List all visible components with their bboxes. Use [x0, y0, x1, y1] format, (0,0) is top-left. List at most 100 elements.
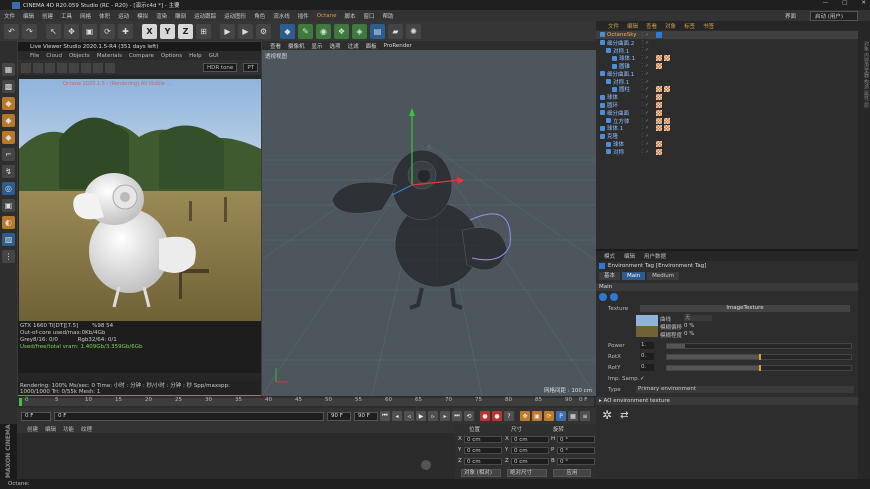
menu-item[interactable]: 角色	[254, 12, 265, 20]
octane-focus-icon[interactable]	[93, 62, 103, 73]
octane-menu-item[interactable]: GUI	[209, 53, 219, 59]
scale-tool-icon[interactable]: ▣	[82, 23, 97, 39]
octane-menu-item[interactable]: Help	[189, 53, 202, 59]
om-menu-item[interactable]: 书签	[703, 22, 714, 30]
material-tag-icon[interactable]	[664, 86, 670, 93]
material-tag-icon[interactable]	[656, 117, 662, 124]
prev-frame-icon[interactable]: ◃	[404, 411, 414, 421]
visibility-dots-icon[interactable]: ⁚ ✓	[642, 79, 649, 85]
ao-texture-section[interactable]: ▸ AO environment texture	[596, 397, 858, 405]
mat-menu-item[interactable]: 纹理	[81, 425, 92, 433]
tweak-icon[interactable]: ↯	[2, 165, 15, 178]
visibility-dots-icon[interactable]: ⁚ ✓	[642, 55, 649, 61]
start-frame-field[interactable]: 0 F	[21, 411, 51, 421]
blur-scale-field[interactable]: 0 %	[684, 331, 694, 337]
octane-menu-item[interactable]: File	[30, 53, 39, 59]
object-row[interactable]: 球体.1 ⁚ ✓	[596, 54, 858, 62]
pos-z-field[interactable]: 0 cm	[464, 458, 502, 465]
object-row[interactable]: 球体 ⁚ ✓	[596, 93, 858, 101]
deformer-icon[interactable]: ◈	[352, 23, 367, 39]
plane-icon[interactable]: ▤	[370, 23, 385, 39]
octane-restart-icon[interactable]	[33, 62, 43, 73]
prev-key-icon[interactable]: ◂	[392, 411, 402, 421]
key-rot-icon[interactable]: ⟳	[544, 411, 554, 421]
imp-samp-checkbox[interactable]: ✓	[640, 376, 645, 382]
lock-workplane-icon[interactable]: ▨	[2, 233, 15, 246]
vp-menu-item[interactable]: ProRender	[384, 43, 412, 49]
loop-icon[interactable]: ⟲	[464, 411, 474, 421]
environment-tag-icon[interactable]	[656, 31, 662, 38]
tab-medium[interactable]: Medium	[647, 272, 680, 280]
recent-tool-icon[interactable]: ✚	[118, 23, 133, 39]
texture-button[interactable]: ImageTexture	[640, 305, 850, 312]
power-field[interactable]: 1.	[640, 342, 654, 349]
material-tag-icon[interactable]	[664, 117, 670, 124]
record-icon[interactable]: ●	[480, 411, 490, 421]
maximize-icon[interactable]: □	[842, 0, 847, 6]
visibility-dots-icon[interactable]: ⁚ ✓	[642, 40, 649, 46]
soft-select-icon[interactable]: ◐	[2, 216, 15, 229]
roty-slider[interactable]	[666, 364, 852, 371]
material-tag-icon[interactable]	[656, 148, 662, 155]
rotx-slider[interactable]	[666, 353, 852, 360]
material-tag-icon[interactable]	[656, 141, 662, 148]
key-scale-icon[interactable]: ▣	[532, 411, 542, 421]
goto-end-icon[interactable]: ⏭	[452, 411, 462, 421]
menu-item[interactable]: 雕刻	[175, 12, 186, 20]
timeline-playhead[interactable]	[19, 398, 22, 406]
minimize-icon[interactable]: —	[823, 0, 829, 6]
object-row[interactable]: 细分曲面.2 ⁚ ✓	[596, 39, 858, 47]
octane-menu-item[interactable]: Objects	[69, 53, 90, 59]
rot-b-field[interactable]: 0 °	[557, 458, 595, 465]
z-axis-icon[interactable]: Z	[178, 23, 193, 39]
material-tag-icon[interactable]	[664, 55, 670, 62]
undo-icon[interactable]: ↶	[4, 23, 19, 39]
rotx-field[interactable]: 0.	[640, 353, 654, 360]
node-editor-icon[interactable]: ✲	[602, 408, 612, 422]
visibility-dots-icon[interactable]: ⁚ ✓	[642, 141, 649, 147]
play-icon[interactable]: ▶	[416, 411, 426, 421]
object-row[interactable]: 对称.1 ⁚ ✓	[596, 78, 858, 86]
object-row[interactable]: 细分曲面.1 ⁚ ✓	[596, 70, 858, 78]
menu-item[interactable]: 模拟	[137, 12, 148, 20]
object-row[interactable]: 球体 ⁚ ✓	[596, 140, 858, 148]
octane-menu-item[interactable]: Materials	[97, 53, 122, 59]
material-tag-icon[interactable]	[656, 125, 662, 132]
size-z-field[interactable]: 0 cm	[511, 458, 549, 465]
size-x-field[interactable]: 0 cm	[511, 436, 549, 443]
camera-icon[interactable]: ▰	[388, 23, 403, 39]
material-tag-icon[interactable]	[656, 63, 662, 70]
goto-start-icon[interactable]: ⏮	[380, 411, 390, 421]
vp-menu-item[interactable]: 选项	[330, 42, 341, 50]
texture-mode-icon[interactable]: ▩	[2, 80, 15, 93]
close-icon[interactable]: ✕	[861, 0, 866, 6]
vp-menu-item[interactable]: 显示	[312, 42, 323, 50]
menu-item[interactable]: 渲染	[156, 12, 167, 20]
octane-region-icon[interactable]	[81, 62, 91, 73]
link-icon[interactable]: ⇄	[620, 410, 628, 421]
visibility-dots-icon[interactable]: ⁚ ✓	[642, 71, 649, 77]
octane-menu-item[interactable]: Options	[161, 53, 182, 59]
menu-item[interactable]: 文件	[4, 12, 15, 20]
material-tag-icon[interactable]	[656, 102, 662, 109]
y-axis-icon[interactable]: Y	[160, 23, 175, 39]
curve-select[interactable]: 无	[684, 315, 712, 321]
om-menu-item[interactable]: 编辑	[627, 22, 638, 30]
menu-item[interactable]: 帮助	[383, 12, 394, 20]
object-row[interactable]: OctaneSky ⁚ ✓	[596, 31, 858, 39]
menu-item[interactable]: 创建	[42, 12, 53, 20]
light-icon[interactable]: ✺	[406, 23, 421, 39]
menu-item[interactable]: 体积	[99, 12, 110, 20]
object-row[interactable]: 对称.1 ⁚ ✓	[596, 47, 858, 55]
material-tag-icon[interactable]	[656, 94, 662, 101]
subdivision-icon[interactable]: ◉	[316, 23, 331, 39]
tab-basic[interactable]: 基本	[599, 272, 621, 280]
rotate-tool-icon[interactable]: ⟳	[100, 23, 115, 39]
power-slider[interactable]	[666, 342, 852, 349]
rot-h-field[interactable]: 0 °	[557, 436, 595, 443]
octane-menu-item[interactable]: Cloud	[46, 53, 62, 59]
material-tag-icon[interactable]	[656, 109, 662, 116]
menu-item[interactable]: 插件	[298, 12, 309, 20]
visibility-dots-icon[interactable]: ⁚ ✓	[642, 47, 649, 53]
select-tool-icon[interactable]: ↖	[46, 23, 61, 39]
